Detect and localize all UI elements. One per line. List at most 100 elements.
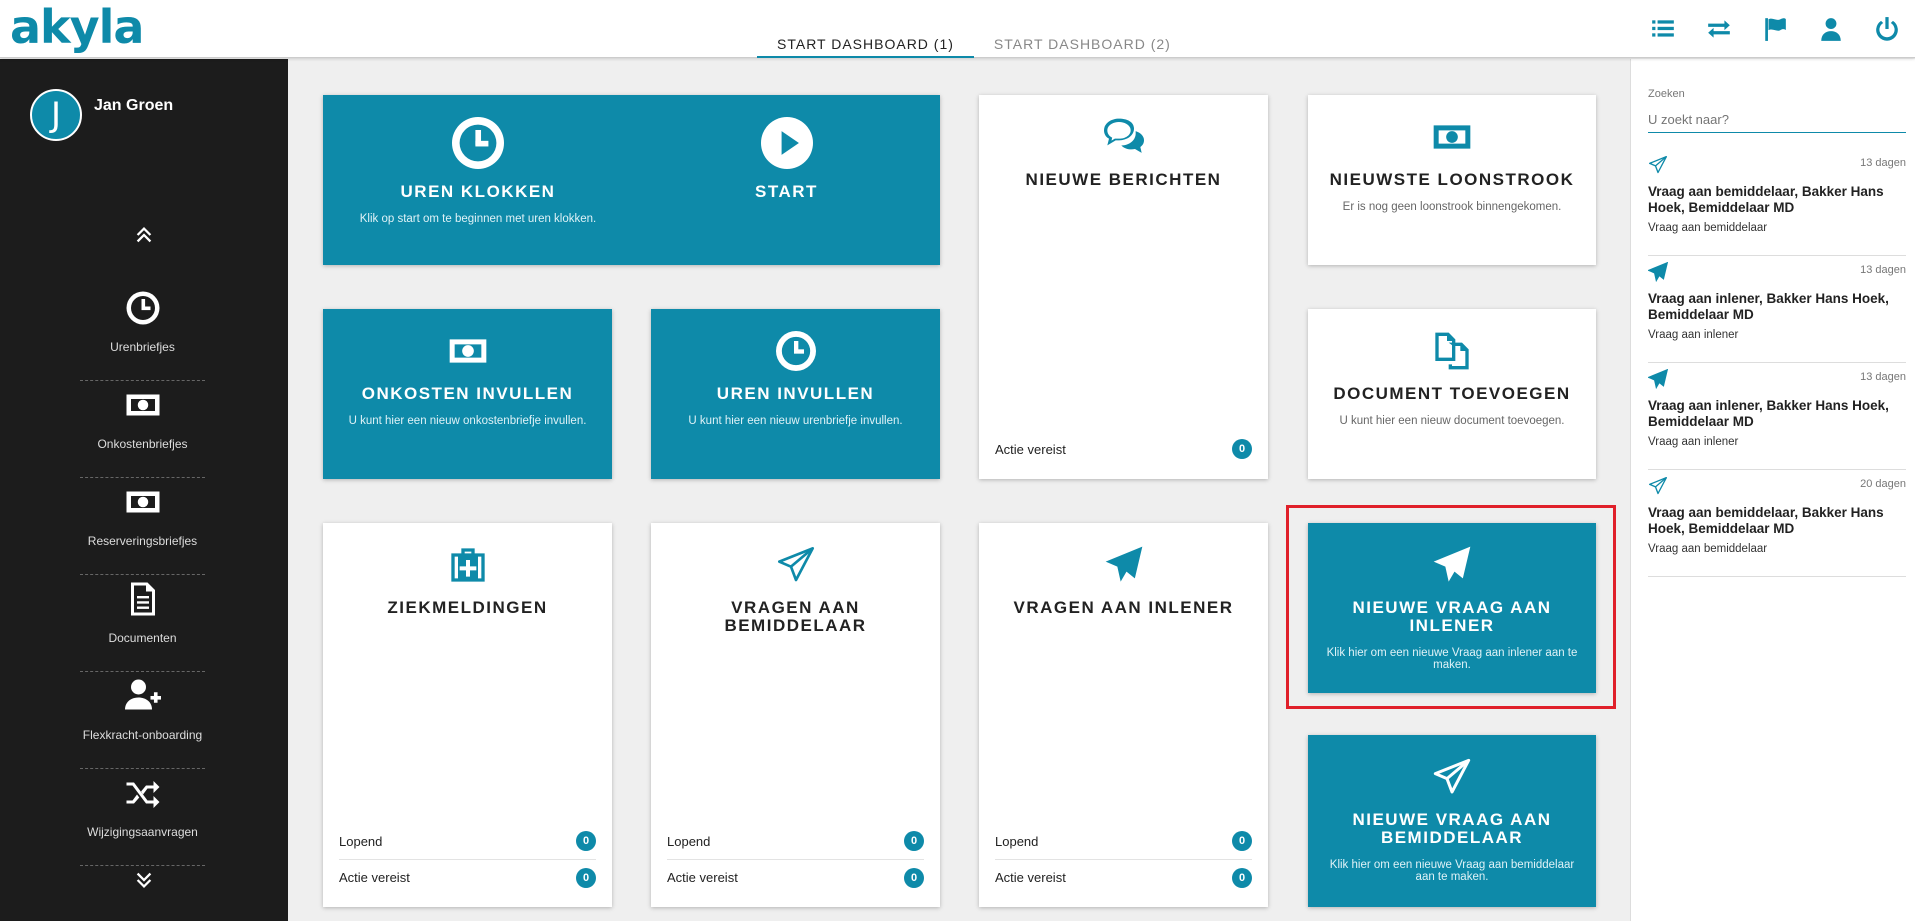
right-panel: Zoeken 13 dagen Vraag aan bemiddelaar, B… bbox=[1630, 59, 1915, 921]
list-icon[interactable] bbox=[1635, 0, 1691, 58]
tab-start-dashboard-2[interactable]: START DASHBOARD (2) bbox=[974, 28, 1191, 58]
message-title: Vraag aan inlener, Bakker Hans Hoek, Bem… bbox=[1648, 291, 1889, 322]
paper-plane-icon bbox=[1647, 368, 1669, 390]
money-icon bbox=[449, 339, 486, 363]
paper-plane-outline-icon bbox=[1649, 477, 1667, 495]
chevron-double-up-icon bbox=[136, 226, 152, 243]
list-item[interactable]: 13 dagen Vraag aan inlener, Bakker Hans … bbox=[1647, 256, 1906, 363]
row-label: Actie vereist bbox=[339, 870, 410, 885]
message-list: 13 dagen Vraag aan bemiddelaar, Bakker H… bbox=[1647, 149, 1906, 577]
clock-icon bbox=[126, 291, 159, 325]
row-actie-vereist[interactable]: Actie vereist 0 bbox=[995, 859, 1252, 895]
paper-plane-outline-icon bbox=[1433, 758, 1471, 794]
sidebar: J Jan Groen Urenbriefjes Onkostenbriefje… bbox=[0, 59, 288, 921]
tab-start-dashboard-1[interactable]: START DASHBOARD (1) bbox=[757, 28, 974, 58]
tile-title: ONKOSTEN INVULLEN bbox=[361, 384, 574, 403]
tile-subtitle: Klik op start om te beginnen met uren kl… bbox=[359, 213, 597, 225]
message-title: Vraag aan inlener, Bakker Hans Hoek, Bem… bbox=[1648, 398, 1889, 429]
message-body: Vraag aan bemiddelaar bbox=[1648, 543, 1768, 555]
dashboard-tabs: START DASHBOARD (1) START DASHBOARD (2) bbox=[757, 28, 1191, 58]
tile-ziekmeldingen[interactable]: ZIEKMELDINGEN Lopend 0 Actie vereist 0 bbox=[323, 523, 612, 907]
row-actie-vereist[interactable]: Actie vereist 0 bbox=[995, 431, 1252, 467]
scroll-up-button[interactable] bbox=[0, 224, 288, 246]
shuffle-icon bbox=[126, 781, 159, 808]
row-lopend[interactable]: Lopend 0 bbox=[339, 823, 596, 859]
tile-subtitle: Er is nog geen loonstrook binnengekomen. bbox=[1342, 201, 1562, 213]
tile-title: UREN INVULLEN bbox=[716, 384, 875, 403]
message-date: 20 dagen bbox=[1860, 478, 1906, 490]
message-date: 13 dagen bbox=[1860, 264, 1906, 276]
tile-uren-klokken[interactable]: UREN KLOKKEN Klik op start om te beginne… bbox=[323, 95, 940, 265]
tile-rows: Lopend 0 Actie vereist 0 bbox=[339, 823, 596, 895]
documents-icon bbox=[1435, 332, 1469, 370]
flag-icon[interactable] bbox=[1747, 0, 1803, 58]
sidebar-item-onkostenbriefjes[interactable]: Onkostenbriefjes bbox=[80, 381, 205, 478]
row-label: Lopend bbox=[339, 833, 383, 849]
row-lopend[interactable]: Lopend 0 bbox=[995, 823, 1252, 859]
akyla-logo[interactable]: akyla bbox=[10, 0, 144, 54]
sidebar-item-label: Urenbriefjes bbox=[110, 340, 175, 354]
message-date: 13 dagen bbox=[1860, 157, 1906, 169]
user-icon[interactable] bbox=[1803, 0, 1859, 58]
row-label: Actie vereist bbox=[667, 870, 738, 885]
tile-uren-invullen[interactable]: UREN INVULLEN U kunt hier een nieuw uren… bbox=[651, 309, 940, 479]
money-icon bbox=[126, 491, 159, 513]
message-body: Vraag aan inlener bbox=[1648, 329, 1739, 341]
count-badge: 0 bbox=[576, 867, 596, 888]
list-item[interactable]: 13 dagen Vraag aan bemiddelaar, Bakker H… bbox=[1648, 149, 1906, 256]
user-add-icon bbox=[124, 679, 161, 710]
start-button[interactable]: START bbox=[633, 95, 940, 265]
play-icon bbox=[760, 117, 813, 169]
paper-plane-outline-icon bbox=[777, 547, 814, 582]
tile-document-toevoegen[interactable]: DOCUMENT TOEVOEGEN U kunt hier een nieuw… bbox=[1308, 309, 1596, 479]
tile-title: UREN KLOKKEN bbox=[400, 182, 556, 201]
sidebar-item-documenten[interactable]: Documenten bbox=[80, 575, 205, 672]
count-badge: 0 bbox=[904, 867, 924, 888]
list-item[interactable]: 13 dagen Vraag aan inlener, Bakker Hans … bbox=[1647, 363, 1906, 470]
search-input[interactable] bbox=[1648, 107, 1906, 133]
sidebar-item-reserveringsbriefjes[interactable]: Reserveringsbriefjes bbox=[80, 478, 205, 575]
row-actie-vereist[interactable]: Actie vereist 0 bbox=[339, 859, 596, 895]
chat-bubbles-icon bbox=[1103, 118, 1144, 153]
tile-onkosten-invullen[interactable]: ONKOSTEN INVULLEN U kunt hier een nieuw … bbox=[323, 309, 612, 479]
count-badge: 0 bbox=[1232, 439, 1252, 459]
clock-icon bbox=[452, 117, 504, 169]
sidebar-item-flexkracht-onboarding[interactable]: Flexkracht-onboarding bbox=[80, 672, 205, 769]
tile-subtitle: U kunt hier een nieuw onkostenbriefje in… bbox=[348, 415, 587, 427]
sidebar-item-label: Documenten bbox=[108, 631, 177, 645]
user-profile[interactable]: J Jan Groen bbox=[30, 89, 173, 141]
paper-plane-outline-icon bbox=[1649, 156, 1667, 174]
tile-title: DOCUMENT TOEVOEGEN bbox=[1333, 384, 1571, 403]
tile-nieuwste-loonstrook[interactable]: NIEUWSTE LOONSTROOK Er is nog geen loons… bbox=[1308, 95, 1596, 265]
scroll-down-button[interactable] bbox=[0, 869, 288, 891]
selection-highlight bbox=[1286, 505, 1616, 709]
tile-rows: Lopend 0 Actie vereist 0 bbox=[667, 823, 924, 895]
sidebar-item-label: Flexkracht-onboarding bbox=[82, 728, 203, 742]
count-badge: 0 bbox=[576, 831, 596, 851]
tile-rows: Lopend 0 Actie vereist 0 bbox=[995, 823, 1252, 895]
clock-icon bbox=[775, 331, 816, 371]
sidebar-item-wijzigingsaanvragen[interactable]: Wijzigingsaanvragen bbox=[80, 769, 205, 866]
tile-rows: Actie vereist 0 bbox=[995, 431, 1252, 467]
user-name: Jan Groen bbox=[94, 97, 174, 114]
row-actie-vereist[interactable]: Actie vereist 0 bbox=[667, 859, 924, 895]
row-lopend[interactable]: Lopend 0 bbox=[667, 823, 924, 859]
tile-subtitle: Klik hier om een nieuwe Vraag aan bemidd… bbox=[1329, 859, 1575, 883]
search-label: Zoeken bbox=[1648, 88, 1685, 100]
tile-subtitle: U kunt hier een nieuw urenbriefje invull… bbox=[688, 415, 903, 427]
tile-vragen-aan-inlener[interactable]: VRAGEN AAN INLENER Lopend 0 Actie vereis… bbox=[979, 523, 1268, 907]
tile-title: ZIEKMELDINGEN bbox=[387, 598, 548, 617]
sidebar-nav: Urenbriefjes Onkostenbriefjes Reserverin… bbox=[80, 284, 205, 866]
document-icon bbox=[130, 582, 155, 616]
tile-title: VRAGEN AAN BEMIDDELAAR bbox=[724, 598, 867, 635]
chevron-double-down-icon bbox=[136, 872, 152, 889]
tile-vragen-aan-bemiddelaar[interactable]: VRAGEN AAN BEMIDDELAAR Lopend 0 Actie ve… bbox=[651, 523, 940, 907]
swap-icon[interactable] bbox=[1691, 0, 1747, 58]
tile-title: VRAGEN AAN INLENER bbox=[1013, 598, 1234, 617]
tile-nieuwe-vraag-aan-bemiddelaar[interactable]: NIEUWE VRAAG AAN BEMIDDELAAR Klik hier o… bbox=[1308, 735, 1596, 907]
sidebar-item-urenbriefjes[interactable]: Urenbriefjes bbox=[80, 284, 205, 381]
start-label: START bbox=[755, 182, 818, 201]
power-icon[interactable] bbox=[1859, 0, 1915, 58]
list-item[interactable]: 20 dagen Vraag aan bemiddelaar, Bakker H… bbox=[1648, 470, 1906, 577]
tile-nieuwe-berichten[interactable]: NIEUWE BERICHTEN Actie vereist 0 bbox=[979, 95, 1268, 479]
